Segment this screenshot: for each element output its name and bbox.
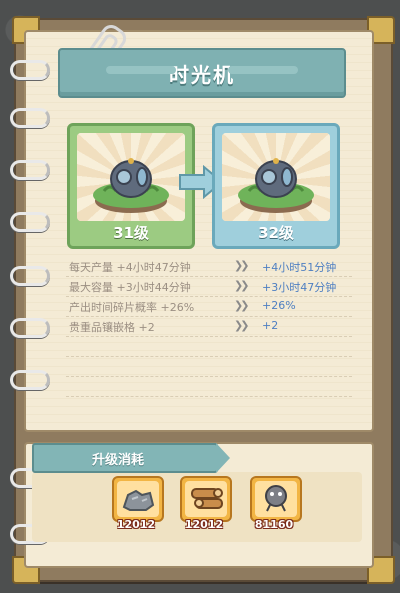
divider <box>66 276 352 277</box>
double-chevron-icon: ❯❯ <box>234 319 250 332</box>
stat-row-daily-output: 每天产量 +4小时47分钟 ❯❯ +4小时51分钟 <box>66 256 356 276</box>
next-level-label: 32级 <box>258 224 294 242</box>
current-level-label: 31级 <box>113 224 149 242</box>
time-machine-icon <box>93 158 169 213</box>
double-chevron-icon: ❯❯ <box>234 259 250 272</box>
stat-name: 产出时间碎片概率 <box>69 301 157 314</box>
resource-amount: 12012 <box>116 518 156 531</box>
binder-ring <box>10 60 50 80</box>
gear-icon <box>265 485 287 512</box>
time-machine-icon <box>238 158 314 213</box>
resource-wood[interactable] <box>180 476 232 522</box>
binder-ring <box>10 318 50 338</box>
binder-ring <box>10 266 50 286</box>
stat-current: +26% <box>160 301 195 314</box>
stat-name: 最大容量 <box>69 281 113 294</box>
stat-row-max-capacity: 最大容量 +3小时44分钟 ❯❯ +3小时47分钟 <box>66 276 356 296</box>
stat-current: +2 <box>138 321 155 334</box>
divider <box>66 336 352 337</box>
stat-row-fragment-chance: 产出时间碎片概率 +26% ❯❯ +26% <box>66 296 356 316</box>
page-title: 时光机 <box>169 62 235 87</box>
stat-next: +4小时51分钟 <box>262 261 337 274</box>
resource-gear[interactable] <box>250 476 302 522</box>
divider <box>66 376 352 377</box>
resource-stone[interactable] <box>112 476 164 522</box>
divider <box>66 356 352 357</box>
binder-ring <box>10 212 50 232</box>
stat-next: +26% <box>262 299 296 312</box>
resource-amount: 81160 <box>254 518 294 531</box>
stat-next: +3小时47分钟 <box>262 281 337 294</box>
stat-current: +3小时44分钟 <box>116 281 191 294</box>
stat-row-valuable-slots: 贵重品镶嵌格 +2 ❯❯ +2 <box>66 316 356 336</box>
stat-next: +2 <box>262 319 279 332</box>
divider <box>66 316 352 317</box>
stat-name: 贵重品镶嵌格 <box>69 321 135 334</box>
next-level-card: 32级 <box>212 123 340 249</box>
double-chevron-icon: ❯❯ <box>234 299 250 312</box>
divider <box>66 396 352 397</box>
stone-icon <box>122 489 155 511</box>
stat-name: 每天产量 <box>69 261 113 274</box>
current-level-card: 31级 <box>67 123 195 249</box>
resource-amount: 12012 <box>184 518 224 531</box>
binder-ring <box>10 160 50 180</box>
title-banner: 时光机 <box>58 48 346 98</box>
binder-ring <box>10 370 50 390</box>
divider <box>66 296 352 297</box>
cost-header: 升级消耗 <box>32 443 230 473</box>
double-chevron-icon: ❯❯ <box>234 279 250 292</box>
cost-title: 升级消耗 <box>92 453 145 468</box>
wood-icon <box>191 488 223 509</box>
binder-ring <box>10 108 50 128</box>
stat-current: +4小时47分钟 <box>116 261 191 274</box>
